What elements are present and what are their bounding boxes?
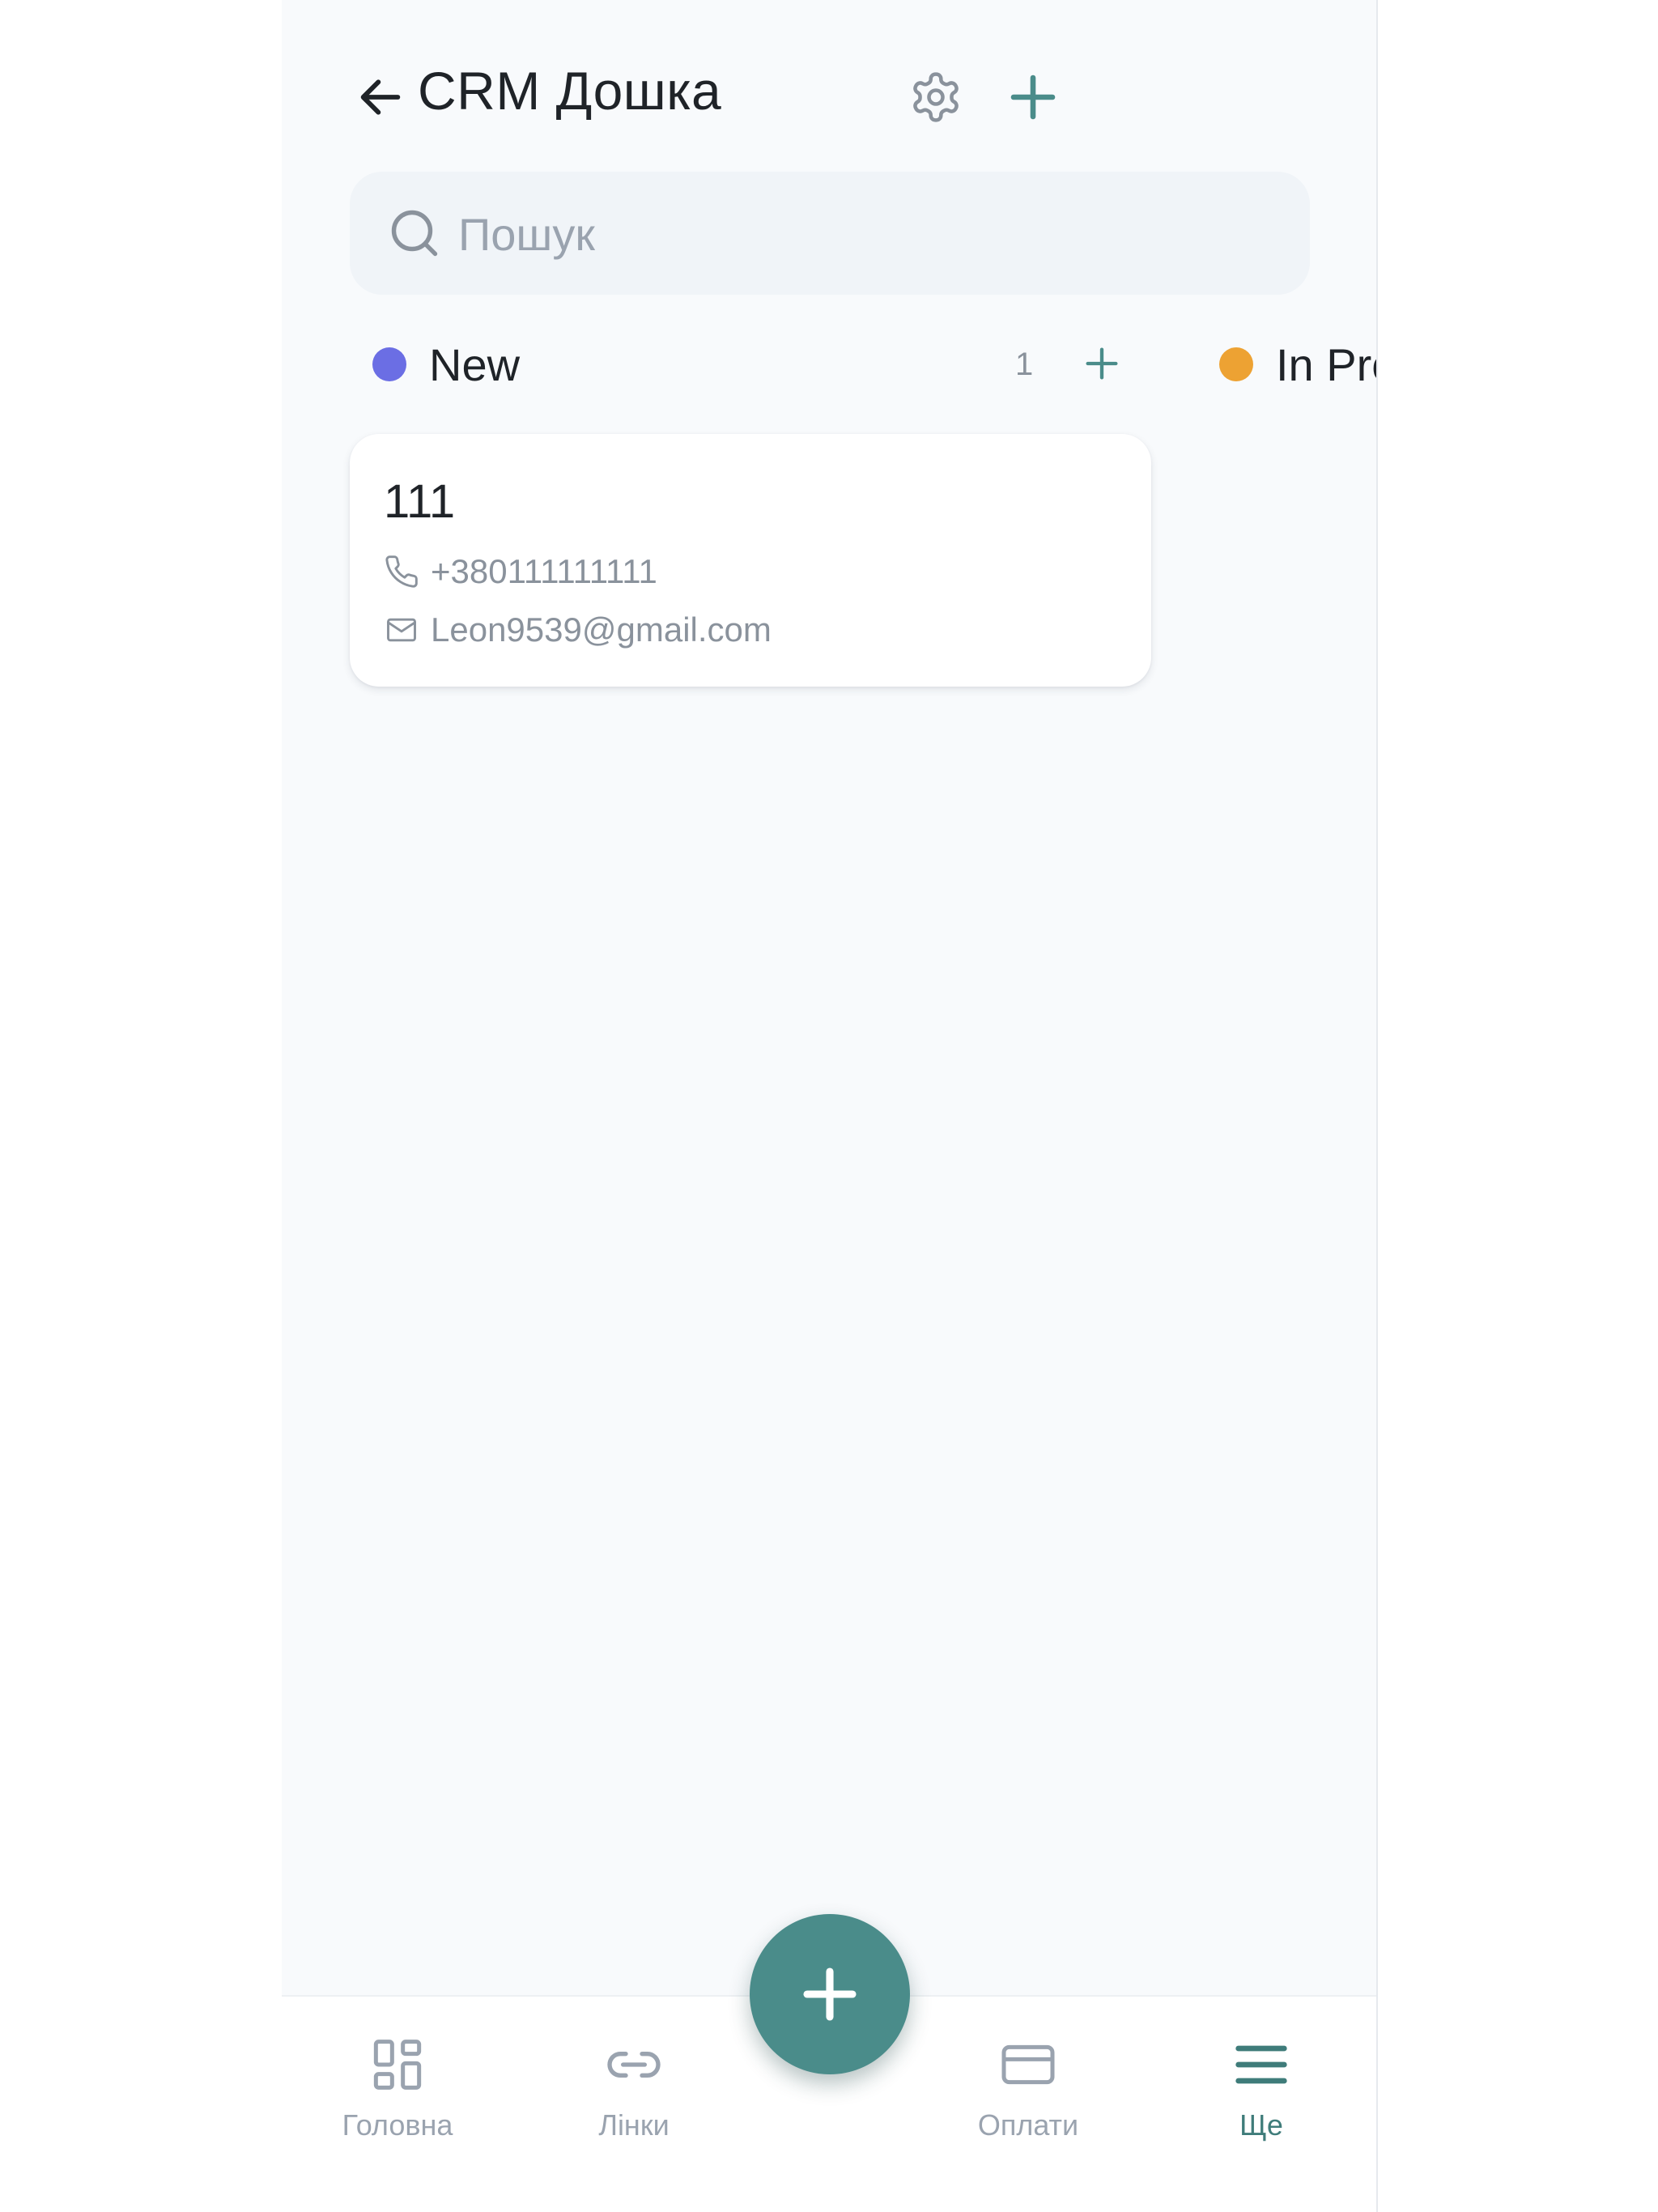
lead-card[interactable]: 111 +380111111111 Leon9539@gmail.com [350, 434, 1151, 687]
column-title: New [429, 338, 521, 390]
nav-label: Лінки [598, 2108, 670, 2142]
page-title: CRM Дошка [418, 61, 722, 121]
arrow-left-icon [360, 79, 401, 115]
nav-label: Ще [1239, 2108, 1283, 2142]
grid-icon [373, 2040, 422, 2090]
lead-email: Leon9539@gmail.com [431, 610, 772, 649]
nav-item-links[interactable]: Лінки [553, 2032, 715, 2142]
phone-icon [385, 555, 418, 588]
status-dot [372, 347, 406, 381]
link-icon [607, 2052, 661, 2078]
plus-icon [1010, 74, 1056, 120]
nav-label: Оплати [977, 2108, 1079, 2142]
search-input[interactable] [457, 201, 1269, 267]
mail-icon [387, 618, 416, 642]
column-add-button[interactable] [1073, 335, 1130, 392]
app-screen: CRM Дошка New 1 In Pro [282, 0, 1378, 2212]
column-header-in-progress[interactable]: In Pro [1219, 332, 1376, 397]
nav-label: Головна [342, 2108, 453, 2142]
lead-name: 111 [384, 475, 456, 528]
column-count: 1 [1015, 347, 1034, 382]
plus-icon [1086, 347, 1118, 380]
column-header-new: New [372, 332, 520, 397]
settings-button[interactable] [903, 65, 968, 130]
column-title: In Pro [1276, 338, 1376, 390]
search-icon [391, 210, 438, 257]
lead-email-row: Leon9539@gmail.com [384, 610, 772, 649]
card-icon [1001, 2044, 1055, 2085]
menu-icon [1235, 2045, 1287, 2084]
back-button[interactable] [351, 68, 410, 126]
search-bar [350, 172, 1310, 295]
nav-item-payments[interactable]: Оплати [947, 2032, 1109, 2142]
plus-icon [803, 1967, 857, 2021]
header: CRM Дошка [282, 0, 1376, 162]
floating-add-button[interactable] [750, 1914, 910, 2074]
gear-icon [913, 72, 959, 122]
nav-item-home[interactable]: Головна [317, 2032, 478, 2142]
add-lead-button[interactable] [1001, 65, 1065, 130]
lead-phone-row: +380111111111 [384, 552, 657, 591]
nav-item-more[interactable]: Ще [1180, 2032, 1342, 2142]
status-dot [1219, 347, 1253, 381]
lead-phone: +380111111111 [431, 552, 657, 590]
